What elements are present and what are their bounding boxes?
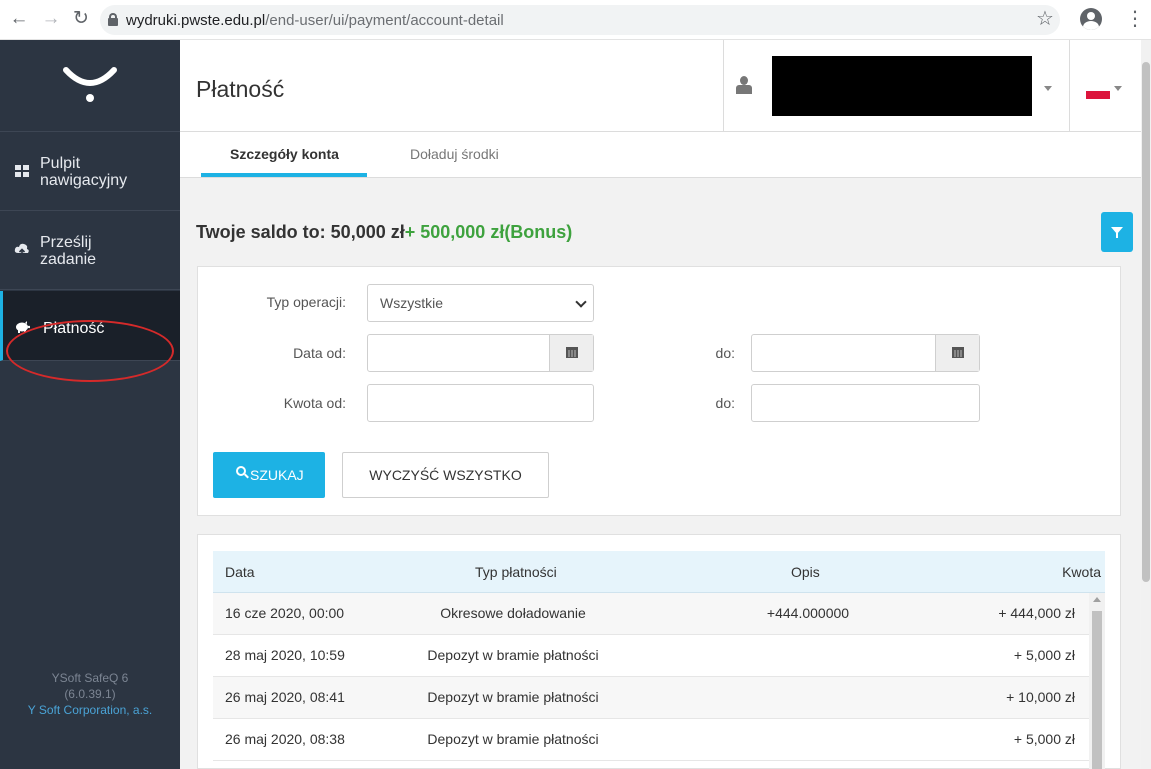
url-path: /end-user/ui/payment/account-detail bbox=[265, 12, 504, 29]
table-row[interactable]: 16 cze 2020, 00:00 Okresowe doładowanie … bbox=[213, 593, 1089, 635]
profile-icon[interactable] bbox=[1080, 8, 1102, 30]
balance-bonus: + 500,000 zł(Bonus) bbox=[404, 222, 573, 242]
amount-to-input[interactable] bbox=[751, 384, 980, 422]
lock-icon bbox=[108, 13, 118, 26]
table-header: Data Typ płatności Opis Kwota bbox=[213, 551, 1105, 593]
user-icon bbox=[736, 76, 752, 94]
table-scrollbar-thumb[interactable] bbox=[1092, 611, 1102, 769]
amount-from-label: Kwota od: bbox=[283, 395, 346, 411]
sidebar-item-upload-job[interactable]: Prześlij zadanie bbox=[0, 212, 180, 290]
back-arrow-icon[interactable]: ← bbox=[8, 8, 30, 30]
cell-date: 28 maj 2020, 10:59 bbox=[225, 647, 345, 663]
tab-top-up[interactable]: Doładuj środki bbox=[410, 146, 499, 162]
operation-type-label: Typ operacji: bbox=[266, 294, 346, 310]
sidebar-item-label-line2: zadanie bbox=[40, 251, 97, 268]
main-content: Twoje saldo to: 50,000 zł+ 500,000 zł(Bo… bbox=[180, 178, 1141, 769]
scroll-up-arrow-icon[interactable] bbox=[1093, 597, 1101, 602]
sidebar-item-label-line1: Prześlij bbox=[40, 234, 92, 251]
more-menu-icon[interactable]: ⋮ bbox=[1125, 6, 1145, 31]
balance-summary: Twoje saldo to: 50,000 zł+ 500,000 zł(Bo… bbox=[196, 222, 572, 243]
filter-panel: Typ operacji: Wszystkie Data od: do: Kwo… bbox=[197, 266, 1121, 516]
sidebar: Pulpit nawigacyjny Prześlij zadanie Płat… bbox=[0, 40, 180, 769]
cell-date: 16 cze 2020, 00:00 bbox=[225, 605, 345, 621]
balance-amount: Twoje saldo to: 50,000 zł bbox=[196, 222, 405, 242]
cell-description: +444.000000 bbox=[766, 605, 850, 621]
cell-date: 26 maj 2020, 08:41 bbox=[225, 689, 345, 705]
cell-payment-type: Okresowe doładowanie bbox=[440, 605, 586, 621]
sidebar-item-label-line1: Pulpit bbox=[40, 155, 81, 172]
language-flag-icon[interactable] bbox=[1086, 91, 1110, 99]
product-name: YSoft SafeQ 6 bbox=[51, 671, 129, 685]
amount-to-label: do: bbox=[715, 395, 735, 411]
app-logo[interactable] bbox=[0, 40, 180, 132]
table-scrollbar[interactable] bbox=[1089, 593, 1105, 769]
column-header-date[interactable]: Data bbox=[225, 564, 255, 580]
product-version: (6.0.39.1) bbox=[64, 687, 116, 701]
page-title: Płatność bbox=[196, 76, 285, 102]
header-divider bbox=[1069, 40, 1070, 132]
sidebar-item-label-line2: nawigacyjny bbox=[40, 172, 128, 189]
date-from-input[interactable] bbox=[367, 334, 594, 372]
search-button[interactable]: SZUKAJ bbox=[213, 452, 325, 498]
table-row[interactable]: 28 maj 2020, 10:59 Depozyt w bramie płat… bbox=[213, 635, 1089, 677]
ysoft-logo-icon bbox=[63, 67, 117, 102]
cloud-upload-icon bbox=[14, 243, 29, 256]
reload-icon[interactable]: ↻ bbox=[70, 8, 92, 30]
clear-all-button[interactable]: WYCZYŚĆ WSZYSTKO bbox=[342, 452, 549, 498]
browser-toolbar: ← → ↻ wydruki.pwste.edu.pl/end-user/ui/p… bbox=[0, 0, 1151, 40]
product-info: YSoft SafeQ 6 (6.0.39.1) Y Soft Corporat… bbox=[0, 670, 180, 718]
date-from-label: Data od: bbox=[293, 345, 346, 361]
cell-payment-type: Depozyt w bramie płatności bbox=[427, 647, 599, 663]
address-bar[interactable]: wydruki.pwste.edu.pl/end-user/ui/payment… bbox=[100, 5, 1060, 35]
forward-arrow-icon[interactable]: → bbox=[40, 8, 62, 30]
language-caret-icon[interactable] bbox=[1114, 86, 1122, 91]
active-tab-indicator bbox=[201, 173, 367, 177]
url-text: wydruki.pwste.edu.pl/end-user/ui/payment… bbox=[126, 12, 504, 29]
cell-amount: + 444,000 zł bbox=[998, 605, 1075, 621]
tab-bar: Szczegóły konta Doładuj środki bbox=[180, 132, 1141, 178]
url-host: wydruki.pwste.edu.pl bbox=[126, 12, 266, 29]
page-header: Płatność bbox=[180, 40, 1141, 132]
calendar-icon bbox=[566, 347, 578, 358]
calendar-icon bbox=[952, 347, 964, 358]
dashboard-icon bbox=[15, 165, 29, 177]
cell-date: 26 maj 2020, 08:38 bbox=[225, 731, 345, 747]
header-divider bbox=[723, 40, 724, 132]
operation-type-select[interactable]: Wszystkie bbox=[367, 284, 594, 322]
amount-from-input[interactable] bbox=[367, 384, 594, 422]
user-name-redacted[interactable] bbox=[772, 56, 1032, 116]
sidebar-item-label: Pulpit nawigacyjny bbox=[40, 155, 127, 189]
cell-payment-type: Depozyt w bramie płatności bbox=[427, 731, 599, 747]
highlight-annotation-ring bbox=[6, 320, 174, 382]
column-header-payment-type[interactable]: Typ płatności bbox=[475, 564, 557, 580]
cell-amount: + 5,000 zł bbox=[1013, 731, 1075, 747]
sidebar-item-label: Prześlij zadanie bbox=[40, 234, 96, 268]
date-to-calendar-button[interactable] bbox=[935, 335, 979, 371]
search-button-label: SZUKAJ bbox=[250, 467, 304, 483]
company-link[interactable]: Y Soft Corporation, a.s. bbox=[0, 702, 180, 718]
date-from-calendar-button[interactable] bbox=[549, 335, 593, 371]
tab-account-details[interactable]: Szczegóły konta bbox=[230, 146, 339, 162]
user-menu-caret-icon[interactable] bbox=[1044, 86, 1052, 91]
filter-toggle-button[interactable] bbox=[1101, 212, 1133, 252]
bookmark-star-icon[interactable]: ☆ bbox=[1036, 6, 1054, 31]
payments-table: Data Typ płatności Opis Kwota 16 cze 202… bbox=[197, 534, 1121, 769]
search-icon bbox=[236, 466, 249, 479]
date-to-label: do: bbox=[715, 345, 735, 361]
column-header-amount[interactable]: Kwota bbox=[1062, 564, 1101, 580]
cell-amount: + 10,000 zł bbox=[1006, 689, 1075, 705]
page-scrollbar[interactable] bbox=[1141, 40, 1151, 769]
operation-type-value: Wszystkie bbox=[380, 295, 443, 311]
column-header-description[interactable]: Opis bbox=[791, 564, 820, 580]
sidebar-item-dashboard[interactable]: Pulpit nawigacyjny bbox=[0, 133, 180, 211]
cell-payment-type: Depozyt w bramie płatności bbox=[427, 689, 599, 705]
cell-amount: + 5,000 zł bbox=[1013, 647, 1075, 663]
date-to-input[interactable] bbox=[751, 334, 980, 372]
table-row[interactable]: 26 maj 2020, 08:38 Depozyt w bramie płat… bbox=[213, 719, 1089, 761]
chevron-down-icon bbox=[575, 296, 587, 308]
table-row[interactable]: 26 maj 2020, 08:41 Depozyt w bramie płat… bbox=[213, 677, 1089, 719]
